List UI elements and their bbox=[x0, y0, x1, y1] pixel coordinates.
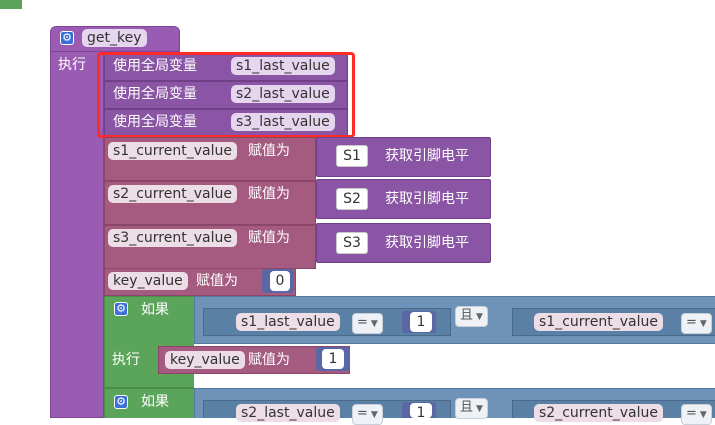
operator-dropdown[interactable]: = ▼ bbox=[352, 404, 383, 425]
variable-name[interactable]: s1_current_value bbox=[108, 142, 237, 160]
operator-dropdown[interactable]: = ▼ bbox=[352, 313, 383, 334]
chevron-down-icon: ▼ bbox=[699, 319, 707, 329]
chevron-down-icon: ▼ bbox=[370, 410, 378, 420]
chevron-down-icon: ▼ bbox=[370, 319, 378, 329]
variable-name[interactable]: s1_current_value bbox=[534, 313, 663, 331]
operator-label: = bbox=[686, 406, 697, 421]
operator-label: = bbox=[357, 406, 368, 421]
gear-icon[interactable]: ⚙ bbox=[60, 31, 74, 45]
operator-dropdown[interactable]: = ▼ bbox=[681, 404, 712, 425]
chevron-down-icon: ▼ bbox=[476, 404, 483, 414]
chevron-down-icon: ▼ bbox=[476, 312, 483, 322]
and-dropdown[interactable]: 且 ▼ bbox=[455, 398, 488, 419]
get-pin-label: 获取引脚电平 bbox=[385, 191, 469, 207]
operator-label: = bbox=[357, 315, 368, 330]
number-value[interactable]: 1 bbox=[410, 403, 432, 421]
partial-block-corner bbox=[0, 0, 22, 9]
if-label: 如果 bbox=[141, 302, 169, 318]
pin-select[interactable]: S1 bbox=[336, 145, 368, 167]
chevron-down-icon: ▼ bbox=[699, 410, 707, 420]
exec-label: 执行 bbox=[58, 57, 86, 73]
variable-name[interactable]: s3_current_value bbox=[108, 229, 237, 247]
pin-select[interactable]: S3 bbox=[336, 232, 368, 254]
pin-select[interactable]: S2 bbox=[336, 188, 368, 210]
number-value[interactable]: 1 bbox=[322, 349, 344, 369]
number-value[interactable]: 1 bbox=[410, 312, 432, 332]
assign-label: 赋值为 bbox=[248, 352, 290, 368]
operator-dropdown[interactable]: = ▼ bbox=[681, 313, 712, 334]
get-pin-label: 获取引脚电平 bbox=[385, 235, 469, 251]
number-value[interactable]: 0 bbox=[270, 271, 290, 291]
variable-name[interactable]: s2_last_value bbox=[236, 404, 340, 422]
assign-label: 赋值为 bbox=[196, 273, 238, 289]
variable-name[interactable]: key_value bbox=[108, 272, 188, 290]
procedure-body bbox=[50, 52, 104, 418]
variable-name[interactable]: s2_current_value bbox=[108, 185, 237, 203]
assign-label: 赋值为 bbox=[248, 230, 290, 246]
assign-label: 赋值为 bbox=[248, 186, 290, 202]
selection-highlight bbox=[97, 52, 355, 138]
and-dropdown[interactable]: 且 ▼ bbox=[455, 306, 488, 327]
variable-name[interactable]: s1_last_value bbox=[236, 313, 340, 331]
and-label: 且 bbox=[460, 308, 474, 323]
get-pin-label: 获取引脚电平 bbox=[385, 148, 469, 164]
procedure-name[interactable]: get_key bbox=[82, 29, 147, 47]
if-label: 如果 bbox=[141, 394, 169, 410]
gear-icon[interactable]: ⚙ bbox=[114, 302, 128, 316]
operator-label: = bbox=[686, 315, 697, 330]
if-exec-label: 执行 bbox=[112, 352, 140, 368]
assign-label: 赋值为 bbox=[248, 143, 290, 159]
and-label: 且 bbox=[460, 400, 474, 415]
variable-name[interactable]: key_value bbox=[165, 351, 245, 369]
gear-icon[interactable]: ⚙ bbox=[114, 395, 128, 409]
variable-name[interactable]: s2_current_value bbox=[534, 404, 663, 422]
